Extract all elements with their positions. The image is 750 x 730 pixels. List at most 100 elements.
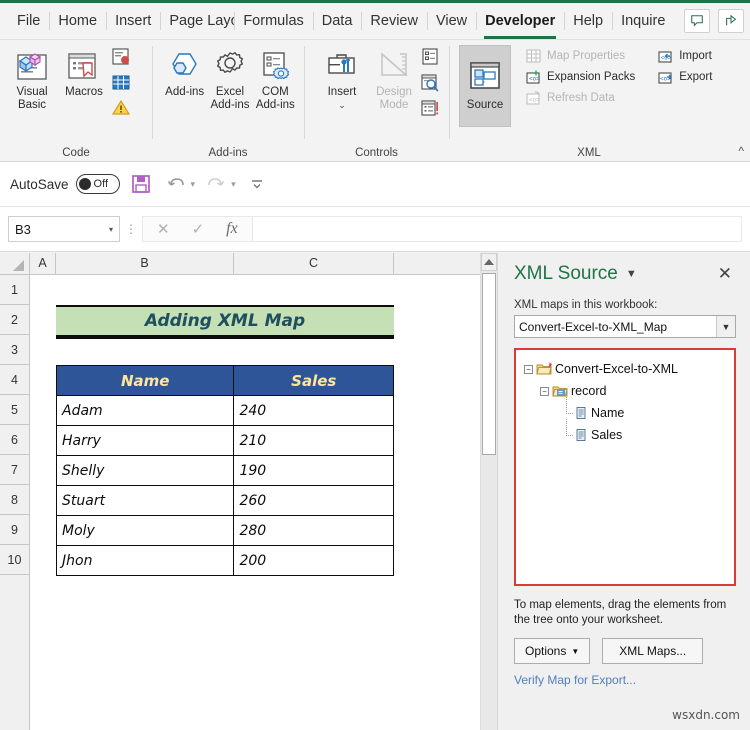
expansion-packs-button[interactable]: <o> Expansion Packs (521, 67, 639, 87)
undo-dropdown-icon[interactable]: ▾ (191, 179, 196, 190)
row-header-2[interactable]: 2 (0, 305, 29, 335)
design-mode-button[interactable]: Design Mode (368, 45, 420, 114)
com-addins-button[interactable]: COM Add-ins (253, 45, 298, 114)
row-header-10[interactable]: 10 (0, 545, 29, 575)
row-header-9[interactable]: 9 (0, 515, 29, 545)
tree-node-sales[interactable]: Sales (522, 418, 728, 446)
formula-bar-handle[interactable]: ⋮ (120, 222, 142, 236)
chevron-down-icon[interactable]: ▼ (716, 316, 735, 337)
tree-node-name[interactable]: Name (522, 396, 728, 424)
row-header-6[interactable]: 6 (0, 425, 29, 455)
addins-button[interactable]: Add-ins (162, 45, 207, 101)
cancel-icon[interactable]: ✕ (157, 220, 170, 238)
tab-help[interactable]: Help (564, 3, 612, 39)
redo-dropdown-icon[interactable]: ▾ (231, 179, 236, 190)
vertical-scrollbar[interactable] (480, 253, 497, 730)
row-header-4[interactable]: 4 (0, 365, 29, 395)
excel-addins-button[interactable]: Excel Add-ins (207, 45, 252, 114)
undo-icon[interactable] (162, 171, 190, 197)
cell-sales[interactable]: 260 (233, 485, 394, 516)
table-row[interactable]: Moly 280 (55, 515, 394, 546)
close-icon[interactable]: ✕ (714, 264, 736, 284)
scrollbar-thumb[interactable] (482, 273, 496, 455)
cell-sales[interactable]: 280 (233, 515, 394, 546)
macros-button[interactable]: Macros (58, 45, 110, 101)
save-icon[interactable] (127, 171, 155, 197)
customize-qat-icon[interactable] (243, 171, 271, 197)
xml-schema-tree[interactable]: − Convert-Excel-to-XML − record Name Sal… (514, 348, 736, 586)
enter-icon[interactable]: ✓ (192, 220, 205, 238)
column-header-a[interactable]: A (30, 253, 56, 274)
cell-name[interactable]: Shelly (55, 455, 235, 486)
verify-map-for-export-link[interactable]: Verify Map for Export... (514, 673, 636, 687)
row-header-7[interactable]: 7 (0, 455, 29, 485)
table-row[interactable]: Jhon 200 (55, 545, 394, 576)
cell-sales[interactable]: 190 (233, 455, 394, 486)
table-row[interactable]: Stuart 260 (55, 485, 394, 516)
pane-menu-icon[interactable]: ▼ (626, 268, 637, 280)
column-header-name[interactable]: Name (55, 365, 235, 396)
tab-insert[interactable]: Insert (106, 3, 160, 39)
scroll-up-button[interactable] (481, 253, 497, 271)
cell-sales[interactable]: 210 (233, 425, 394, 456)
table-row[interactable]: Shelly 190 (55, 455, 394, 486)
insert-control-button[interactable]: Insert ⌄ (316, 45, 368, 114)
cell-sales[interactable]: 200 (233, 545, 394, 576)
cell-title-adding-xml-map[interactable]: Adding XML Map (56, 305, 394, 335)
record-macro-icon[interactable] (110, 47, 132, 72)
column-header-sales[interactable]: Sales (233, 365, 394, 396)
visual-basic-button[interactable]: Visual Basic (6, 45, 58, 114)
xml-maps-button[interactable]: XML Maps... (602, 638, 704, 664)
formula-input[interactable] (251, 216, 742, 242)
tree-node-record[interactable]: − record (522, 380, 728, 402)
row-header-1[interactable]: 1 (0, 275, 29, 305)
cell-name[interactable]: Adam (55, 395, 235, 426)
insert-function-icon[interactable]: fx (226, 220, 238, 238)
share-icon[interactable] (718, 9, 745, 33)
tree-node-root[interactable]: − Convert-Excel-to-XML (522, 358, 728, 380)
row-header-3[interactable]: 3 (0, 335, 29, 365)
comments-icon[interactable] (684, 9, 711, 33)
properties-icon[interactable] (420, 47, 440, 71)
run-dialog-icon[interactable] (420, 99, 440, 123)
autosave-toggle[interactable]: Off (75, 174, 120, 194)
xml-source-button[interactable]: Source (459, 45, 511, 127)
collapse-icon[interactable]: − (524, 364, 533, 374)
row-header-5[interactable]: 5 (0, 395, 29, 425)
collapse-ribbon-button[interactable]: ^ (738, 144, 744, 158)
column-header-b[interactable]: B (56, 253, 234, 274)
cell-name[interactable]: Moly (55, 515, 235, 546)
view-code-icon[interactable] (420, 73, 440, 97)
xml-map-select[interactable]: Convert-Excel-to-XML_Map ▼ (514, 315, 736, 338)
cell-name[interactable]: Jhon (55, 545, 235, 576)
cell-name[interactable]: Harry (55, 425, 235, 456)
cell-sales[interactable]: 240 (233, 395, 394, 426)
chevron-down-icon[interactable]: ▾ (109, 225, 113, 234)
table-row[interactable]: Adam 240 (55, 395, 394, 426)
cell-name[interactable]: Stuart (55, 485, 235, 516)
tab-formulas[interactable]: Formulas (234, 3, 312, 39)
tab-inquire[interactable]: Inquire (612, 3, 674, 39)
tab-page-layout[interactable]: Page Layout (160, 3, 234, 39)
use-relative-references-icon[interactable] (110, 74, 132, 97)
export-button[interactable]: <o> Export (653, 67, 716, 87)
name-box[interactable]: B3 ▾ (8, 216, 120, 242)
chevron-down-icon[interactable]: ⌄ (338, 99, 346, 112)
tab-home[interactable]: Home (49, 3, 106, 39)
macro-security-icon[interactable] (110, 99, 132, 122)
select-all-corner[interactable] (0, 253, 30, 274)
column-header-c[interactable]: C (234, 253, 394, 274)
map-properties-button[interactable]: Map Properties (521, 46, 639, 66)
import-button[interactable]: <o> Import (653, 46, 716, 66)
table-row[interactable]: Harry 210 (55, 425, 394, 456)
tab-developer[interactable]: Developer (476, 3, 564, 39)
tab-data[interactable]: Data (312, 3, 362, 39)
tab-file[interactable]: File (8, 3, 49, 39)
redo-icon[interactable] (202, 171, 230, 197)
tab-view[interactable]: View (426, 3, 476, 39)
tab-review[interactable]: Review (361, 3, 427, 39)
refresh-data-button[interactable]: <o> Refresh Data (521, 88, 639, 108)
collapse-icon[interactable]: − (540, 386, 549, 396)
options-button[interactable]: Options ▼ (514, 638, 591, 664)
row-header-8[interactable]: 8 (0, 485, 29, 515)
